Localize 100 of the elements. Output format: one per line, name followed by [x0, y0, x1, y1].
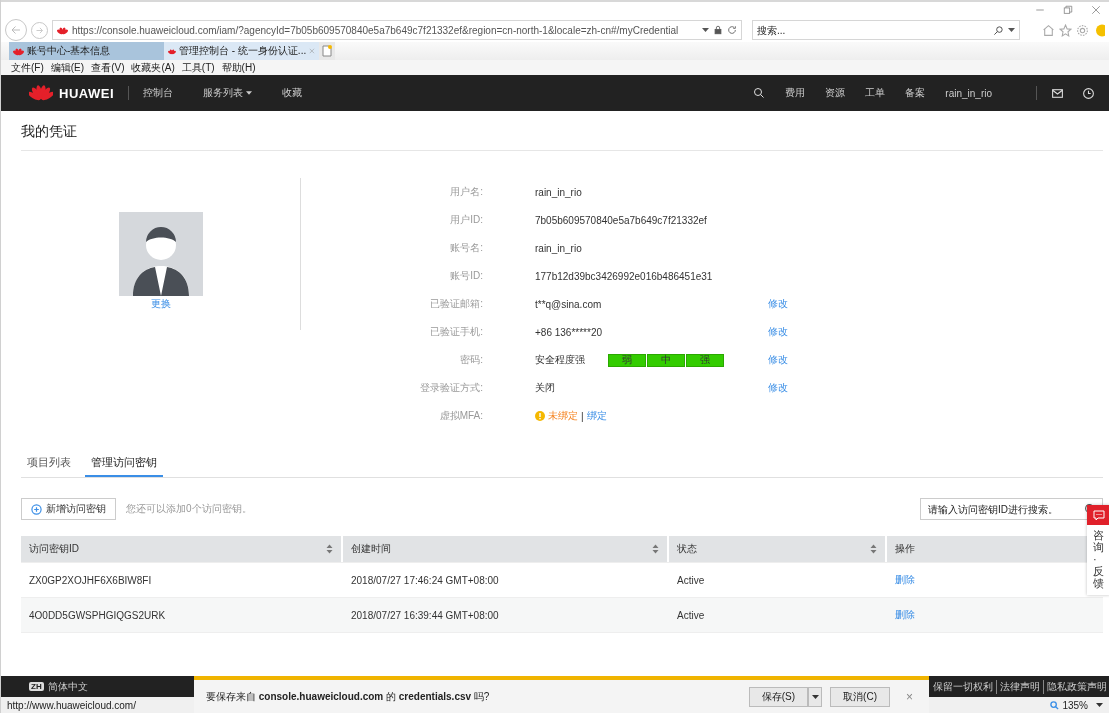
zoom-control[interactable]: 135%	[1050, 699, 1088, 711]
menu-item[interactable]: 工具(T)	[181, 60, 215, 75]
download-message: 要保存来自 console.huaweicloud.com 的 credentials.csv 吗?	[206, 689, 491, 704]
nav-link[interactable]: 费用	[785, 86, 806, 100]
user-menu[interactable]: rain_in_rio	[945, 87, 992, 99]
star-icon[interactable]	[1059, 23, 1072, 37]
field-value: 关闭	[535, 381, 556, 395]
page-title: 我的凭证	[21, 113, 1103, 151]
field-label: 已验证手机:	[430, 325, 483, 339]
nav-link[interactable]: 工单	[865, 86, 886, 100]
field-value: 安全程度强	[535, 353, 586, 367]
field-value: +86 136*****20	[535, 326, 603, 338]
search-icon[interactable]	[753, 87, 766, 99]
back-arrow-icon	[10, 24, 22, 36]
field-value: rain_in_rio	[535, 242, 583, 254]
tab[interactable]: 管理访问密钥	[85, 450, 163, 477]
brand-name: HUAWEI	[59, 85, 114, 101]
edit-link[interactable]: 修改	[768, 381, 788, 395]
table-cell-text: 2018/07/27 16:39:44 GMT+08:00	[350, 608, 500, 623]
nav-link[interactable]: 控制台	[143, 86, 173, 100]
language-badge: ZH	[29, 682, 44, 691]
flower-favicon-icon	[57, 25, 68, 35]
footer-link[interactable]: 保留一切权利	[933, 679, 996, 694]
caret-icon	[1096, 703, 1103, 707]
field-value: 177b12d39bc3426992e016b486451e31	[535, 270, 714, 282]
close-icon	[1091, 5, 1101, 15]
table-cell-text: 4O0DD5GWSPHGIQGS2URK	[28, 608, 167, 623]
field-label: 登录验证方式:	[420, 381, 483, 395]
field-label: 虚拟MFA:	[439, 409, 483, 423]
search-field[interactable]: 请输入访问密钥ID进行搜索。	[920, 498, 1103, 520]
chat-icon	[1092, 509, 1105, 521]
change-avatar-link[interactable]: 更换	[150, 297, 171, 311]
search-box[interactable]: 搜索...	[752, 20, 1020, 40]
nav-link[interactable]: 服务列表	[203, 86, 252, 100]
address-bar[interactable]: https://console.huaweicloud.com/iam/?agencyId=7b05b609570840e5a7b649c7f21332ef&region=cn-north-1&locale=zh-cn#/myCredential	[52, 20, 742, 40]
save-options-button[interactable]	[808, 686, 823, 707]
magnifier-icon	[1050, 700, 1060, 710]
status-text: 未绑定	[548, 409, 578, 423]
menu-item[interactable]: 文件(F)	[11, 60, 44, 75]
restore-icon	[1063, 5, 1073, 15]
plus-circle-icon	[31, 503, 42, 515]
edit-link[interactable]: 修改	[768, 297, 788, 311]
field-label: 用户名:	[450, 185, 483, 199]
new-tab-button[interactable]	[319, 42, 335, 60]
strength-segment: 强	[686, 353, 724, 367]
refresh-icon	[727, 25, 737, 35]
close-icon	[309, 47, 315, 55]
edit-link[interactable]: 修改	[768, 325, 788, 339]
chat-button[interactable]	[1087, 505, 1109, 525]
field-label: 已验证邮箱:	[430, 297, 483, 311]
cancel-button[interactable]: 取消(C)	[830, 686, 890, 707]
sort-icon	[870, 544, 877, 554]
sort-icon	[326, 544, 333, 554]
new-page-icon	[322, 45, 332, 57]
browser-tab[interactable]: 账号中心-基本信息	[9, 42, 164, 60]
strength-segment: 弱	[608, 353, 646, 367]
home-icon[interactable]	[1042, 23, 1055, 37]
caret-icon	[702, 28, 709, 32]
nav-link[interactable]: 收藏	[282, 86, 302, 100]
gear-icon[interactable]	[1076, 23, 1089, 37]
clock-icon[interactable]	[1082, 86, 1095, 100]
warning-icon	[535, 411, 545, 421]
field-value: rain_in_rio	[535, 186, 583, 198]
save-button[interactable]: 保存(S)	[748, 686, 809, 707]
footer-link[interactable]: 隐私政策声明	[1043, 679, 1107, 694]
nav-link[interactable]: 备案	[905, 86, 926, 100]
strength-segment: 中	[647, 353, 685, 367]
table-cell-text: Active	[676, 573, 706, 588]
nav-link[interactable]: 资源	[825, 86, 846, 100]
field-label: 账号名:	[450, 241, 483, 255]
caret-icon	[811, 694, 819, 699]
status-url: http://www.huaweicloud.com/	[7, 699, 136, 711]
table-cell-text: ZX0GP2XOJHF6X6BIW8FI	[28, 573, 153, 588]
table-cell-text: Active	[676, 608, 706, 623]
menu-item[interactable]: 帮助(H)	[221, 60, 256, 75]
mail-icon[interactable]	[1051, 86, 1064, 100]
table-cell-text: 2018/07/27 17:46:24 GMT+08:00	[350, 573, 500, 588]
bind-link[interactable]: 绑定	[586, 409, 607, 423]
search-icon	[993, 24, 1004, 36]
sort-icon	[652, 544, 659, 554]
menu-item[interactable]: 编辑(E)	[50, 60, 85, 75]
edit-link[interactable]: 修改	[768, 353, 788, 367]
field-value: 7b05b609570840e5a7b649c7f21332ef	[535, 214, 708, 226]
add-access-key-button[interactable]: 新增访问密钥	[21, 498, 116, 520]
field-label: 账号ID:	[450, 269, 483, 283]
flower-logo-icon	[29, 85, 53, 101]
field-label: 用户ID:	[450, 213, 483, 227]
caret-icon	[246, 91, 252, 95]
flower-favicon-icon	[168, 46, 176, 56]
caret-icon	[1008, 28, 1015, 32]
forward-arrow-icon	[35, 25, 44, 35]
menu-item[interactable]: 收藏夹(A)	[131, 60, 175, 75]
browser-tab[interactable]: 管理控制台 - 统一身份认证...	[164, 42, 319, 60]
lock-icon	[713, 25, 723, 35]
delete-link[interactable]: 删除	[895, 573, 915, 587]
field-label: 密码:	[460, 353, 483, 367]
tab[interactable]: 项目列表	[21, 450, 77, 477]
menu-item[interactable]: 查看(V)	[91, 60, 125, 75]
flower-favicon-icon	[13, 46, 24, 56]
footer-link[interactable]: 法律声明	[996, 679, 1043, 694]
